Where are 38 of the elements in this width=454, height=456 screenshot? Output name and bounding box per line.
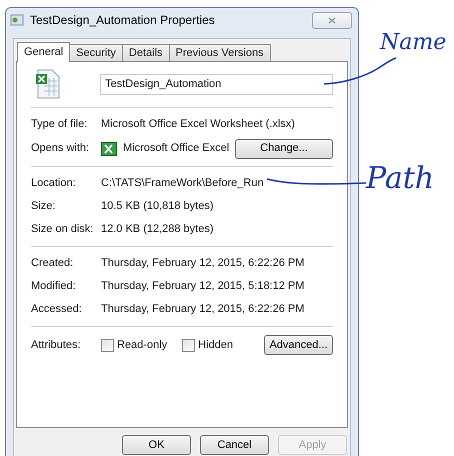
window-title: TestDesign_Automation Properties xyxy=(30,12,215,29)
dialog-button[interactable]: Advanced... xyxy=(264,335,333,355)
checkbox[interactable] xyxy=(182,338,196,352)
property-value: Thursday, February 12, 2015, 6:22:26 PM xyxy=(101,302,304,318)
property-label: Type of file: xyxy=(31,117,88,132)
property-value: 12.0 KB (12,288 bytes) xyxy=(101,222,214,238)
property-value: Thursday, February 12, 2015, 5:18:12 PM xyxy=(101,279,304,294)
close-button[interactable] xyxy=(312,12,352,28)
properties-icon xyxy=(10,13,24,27)
property-label: Size: xyxy=(31,199,56,214)
handwritten-note: Path xyxy=(366,160,434,198)
dialog-button[interactable]: Change... xyxy=(235,138,333,158)
property-value: Microsoft Office Excel Worksheet (.xlsx) xyxy=(101,117,295,132)
tab[interactable]: General xyxy=(17,42,70,62)
property-value: Microsoft Office Excel xyxy=(123,141,230,156)
spreadsheet-file-icon xyxy=(35,69,61,99)
checkbox-label: Read-only xyxy=(117,338,168,353)
checkbox-label: Hidden xyxy=(198,338,233,353)
property-value: C:\TATS\FrameWork\Before_Run xyxy=(101,176,264,192)
property-label: Modified: xyxy=(31,279,77,294)
property-label: Created: xyxy=(31,256,74,272)
property-value: 10.5 KB (10,818 bytes) xyxy=(101,199,214,214)
tab[interactable]: Security xyxy=(69,44,123,62)
tab[interactable]: Details xyxy=(122,44,170,62)
property-label: Accessed: xyxy=(31,302,83,318)
dialog-button[interactable]: Cancel xyxy=(200,435,269,455)
tab[interactable]: Previous Versions xyxy=(168,44,271,62)
property-label: Location: xyxy=(31,176,77,192)
file-name-field[interactable]: TestDesign_Automation xyxy=(100,74,333,94)
handwritten-note: Name xyxy=(380,29,446,57)
property-label: Attributes: xyxy=(31,338,82,353)
property-label: Size on disk: xyxy=(31,222,94,238)
spreadsheet-icon xyxy=(101,142,117,156)
property-value: Thursday, February 12, 2015, 6:22:26 PM xyxy=(101,256,304,272)
checkbox[interactable] xyxy=(101,338,114,352)
close-icon xyxy=(328,16,336,24)
property-label: Opens with: xyxy=(31,141,90,156)
dialog-button[interactable]: OK xyxy=(122,435,191,455)
